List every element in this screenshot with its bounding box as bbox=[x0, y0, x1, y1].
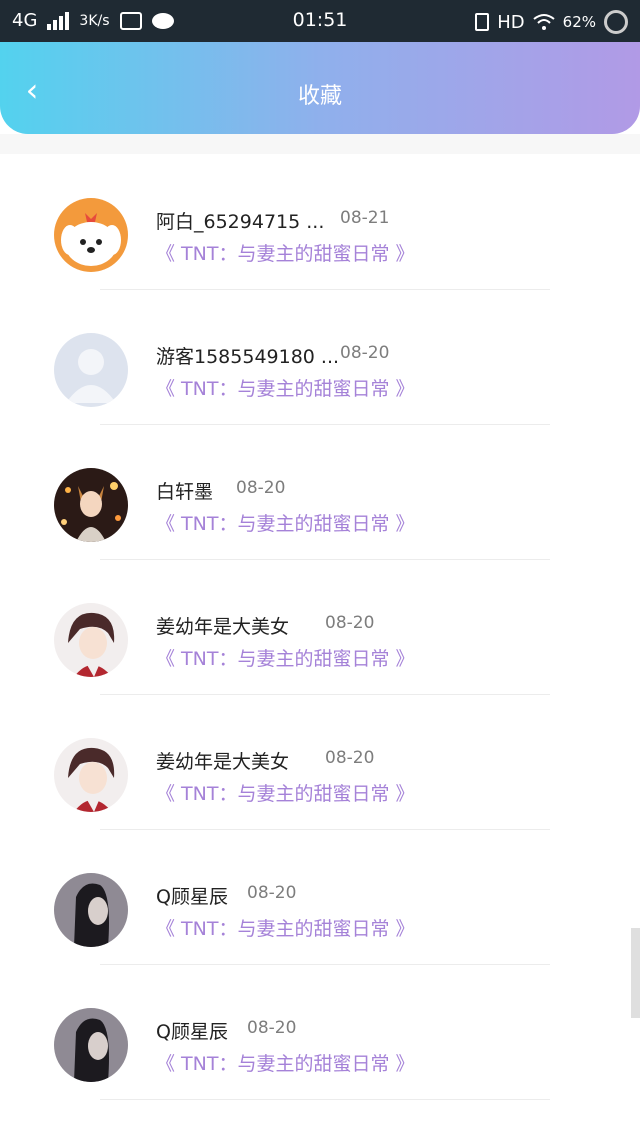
favorite-date: 08-21 bbox=[340, 208, 390, 228]
dark-portrait-avatar-image bbox=[54, 873, 128, 947]
favorite-date: 08-20 bbox=[340, 343, 390, 363]
user-name: 姜幼年是大美女 bbox=[156, 751, 290, 773]
favorite-date: 08-20 bbox=[325, 748, 375, 768]
favorite-item[interactable]: 游客1585549180 ... 08-20 《 TNT：与妻主的甜蜜日常 》 bbox=[0, 290, 640, 425]
favorite-item[interactable]: 姜幼年是大美女 08-20 《 TNT：与妻主的甜蜜日常 》 bbox=[0, 695, 640, 830]
avatar[interactable] bbox=[54, 333, 128, 407]
favorite-item[interactable]: Q顾星辰 08-20 《 TNT：与妻主的甜蜜日常 》 bbox=[0, 965, 640, 1100]
status-right: HD 62% bbox=[475, 10, 628, 34]
book-title[interactable]: 《 TNT：与妻主的甜蜜日常 》 bbox=[156, 644, 415, 671]
favorite-date: 08-20 bbox=[325, 613, 375, 633]
status-bar: 4G 3K/s 01:51 HD 62% bbox=[0, 0, 640, 42]
favorite-date: 08-20 bbox=[236, 478, 286, 498]
favorite-item[interactable]: 姜幼年是大美女 08-20 《 TNT：与妻主的甜蜜日常 》 bbox=[0, 560, 640, 695]
anime-girl-avatar-image bbox=[54, 603, 128, 677]
avatar[interactable] bbox=[54, 1008, 128, 1082]
user-name: Q顾星辰 bbox=[156, 1021, 228, 1043]
avatar[interactable] bbox=[54, 738, 128, 812]
favorite-item[interactable]: Q顾星辰 08-20 《 TNT：与妻主的甜蜜日常 》 bbox=[0, 830, 640, 965]
favorite-date: 08-20 bbox=[247, 883, 297, 903]
wifi-icon bbox=[533, 14, 555, 30]
book-title[interactable]: 《 TNT：与妻主的甜蜜日常 》 bbox=[156, 509, 415, 536]
default-user-avatar-image bbox=[54, 333, 128, 407]
scrollbar[interactable] bbox=[631, 928, 640, 1018]
user-name: 白轩墨 bbox=[156, 481, 214, 503]
favorites-list: 阿白_65294715 ... 08-21 《 TNT：与妻主的甜蜜日常 》 游… bbox=[0, 155, 640, 1100]
battery-icon bbox=[604, 10, 628, 34]
fox-girl-avatar-image bbox=[54, 468, 128, 542]
favorite-item[interactable]: 阿白_65294715 ... 08-21 《 TNT：与妻主的甜蜜日常 》 bbox=[0, 155, 640, 290]
book-title[interactable]: 《 TNT：与妻主的甜蜜日常 》 bbox=[156, 374, 415, 401]
user-name: Q顾星辰 bbox=[156, 886, 228, 908]
app-header: ‹ 收藏 bbox=[0, 42, 640, 134]
divider bbox=[100, 1099, 550, 1100]
dark-portrait-avatar-image bbox=[54, 1008, 128, 1082]
hd-label: HD bbox=[497, 11, 525, 33]
book-title[interactable]: 《 TNT：与妻主的甜蜜日常 》 bbox=[156, 914, 415, 941]
favorite-item[interactable]: 白轩墨 08-20 《 TNT：与妻主的甜蜜日常 》 bbox=[0, 425, 640, 560]
page-title: 收藏 bbox=[297, 84, 342, 109]
battery-percent: 62% bbox=[562, 13, 596, 31]
favorite-date: 08-20 bbox=[247, 1018, 297, 1038]
header-shadow-strip bbox=[0, 134, 640, 154]
avatar[interactable] bbox=[54, 603, 128, 677]
user-name: 姜幼年是大美女 bbox=[156, 616, 290, 638]
anime-girl-avatar-image bbox=[54, 738, 128, 812]
user-name: 阿白_65294715 ... bbox=[156, 211, 325, 233]
book-title[interactable]: 《 TNT：与妻主的甜蜜日常 》 bbox=[156, 779, 415, 806]
avatar[interactable] bbox=[54, 873, 128, 947]
avatar[interactable] bbox=[54, 468, 128, 542]
cartoon-dog-avatar-image bbox=[54, 198, 128, 272]
book-title[interactable]: 《 TNT：与妻主的甜蜜日常 》 bbox=[156, 1049, 415, 1076]
avatar[interactable] bbox=[54, 198, 128, 272]
user-name: 游客1585549180 ... bbox=[156, 346, 340, 368]
vibrate-icon bbox=[475, 13, 490, 31]
book-title[interactable]: 《 TNT：与妻主的甜蜜日常 》 bbox=[156, 239, 415, 266]
